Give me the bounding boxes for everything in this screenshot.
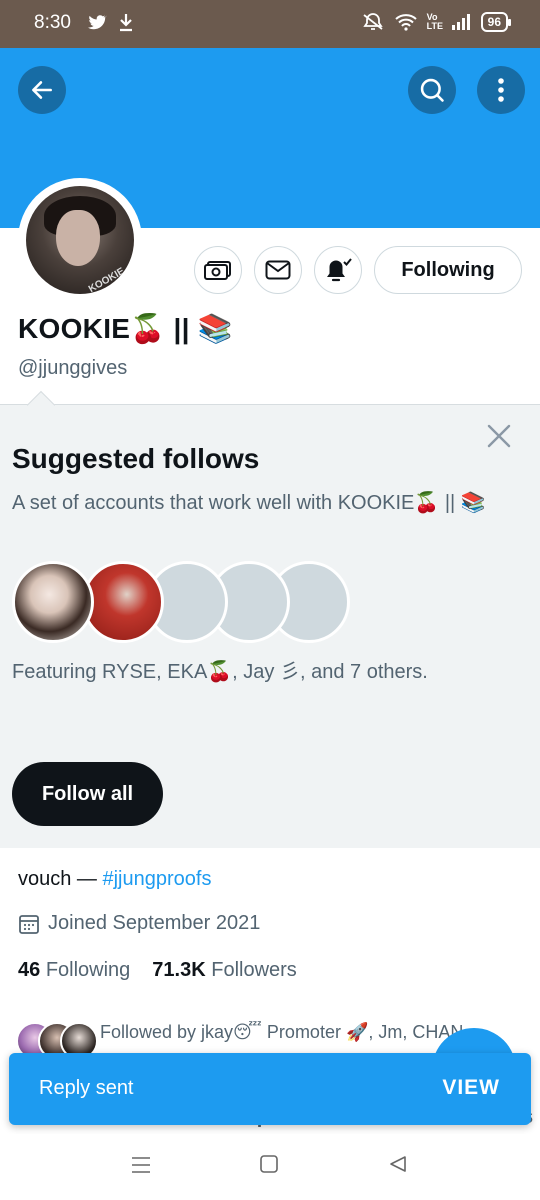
- following-button[interactable]: Following: [374, 246, 522, 294]
- display-name: KOOKIE🍒 || 📚: [18, 313, 234, 344]
- followed-by-text: Followed by jkay😴 Promoter 🚀, Jm, CHAN: [100, 1022, 464, 1042]
- user-handle: @jjunggives: [18, 357, 128, 379]
- wifi-icon: [394, 14, 417, 31]
- following-count-link[interactable]: 46 Following: [18, 959, 130, 982]
- signal-icon: [451, 14, 470, 30]
- search-icon: [420, 78, 444, 102]
- menu-lines-icon[interactable]: [130, 1154, 152, 1176]
- toast-view-button[interactable]: VIEW: [442, 1076, 500, 1100]
- suggested-title: Suggested follows: [12, 443, 260, 474]
- message-button[interactable]: [254, 246, 302, 294]
- status-bar: 8:30 Vo LTE 96: [0, 0, 540, 48]
- suggested-avatar: [12, 561, 94, 643]
- joined-date: Joined September 2021: [18, 912, 260, 935]
- calendar-icon: [19, 914, 39, 934]
- bio-hashtag-link[interactable]: #jjungproofs: [102, 868, 211, 890]
- triangle-back-icon[interactable]: [388, 1154, 408, 1174]
- suggested-avatars[interactable]: [12, 561, 352, 645]
- status-time: 8:30: [34, 12, 71, 33]
- notifications-button[interactable]: [314, 246, 362, 294]
- reply-sent-toast: Reply sent VIEW: [9, 1053, 531, 1125]
- followers-count-link[interactable]: 71.3K Followers: [152, 959, 297, 982]
- bio: vouch — #jjungproofs: [18, 868, 211, 891]
- mute-icon: [362, 13, 383, 30]
- square-icon[interactable]: [259, 1154, 279, 1174]
- tip-button[interactable]: [194, 246, 242, 294]
- arrow-left-icon: [32, 81, 52, 99]
- more-vertical-icon: [498, 78, 504, 102]
- twitter-bird-icon: [87, 15, 108, 30]
- follow-all-button[interactable]: Follow all: [12, 762, 163, 826]
- suggested-avatar: [82, 561, 164, 643]
- mail-icon: [265, 260, 291, 280]
- search-button[interactable]: [408, 66, 456, 114]
- toast-message: Reply sent: [39, 1077, 134, 1099]
- back-button[interactable]: [18, 66, 66, 114]
- joined-text: Joined September 2021: [48, 912, 261, 934]
- download-icon: [120, 14, 132, 32]
- bell-check-icon: [327, 258, 352, 282]
- follow-counts: 46 Following 71.3K Followers: [18, 959, 297, 982]
- avatar[interactable]: KOOKIE: [26, 186, 134, 294]
- suggested-description: A set of accounts that work well with KO…: [12, 492, 486, 514]
- system-nav-bar: [0, 1134, 540, 1200]
- close-icon[interactable]: [484, 421, 514, 451]
- money-icon: [204, 261, 231, 280]
- suggested-follows-panel: Suggested follows A set of accounts that…: [0, 390, 540, 848]
- battery-indicator: 96: [480, 12, 512, 32]
- more-options-button[interactable]: [477, 66, 525, 114]
- bio-text: vouch —: [18, 868, 103, 890]
- featuring-text: Featuring RYSE, EKA🍒, Jay 彡, and 7 other…: [12, 661, 428, 683]
- volte-icon: Vo LTE: [426, 12, 443, 31]
